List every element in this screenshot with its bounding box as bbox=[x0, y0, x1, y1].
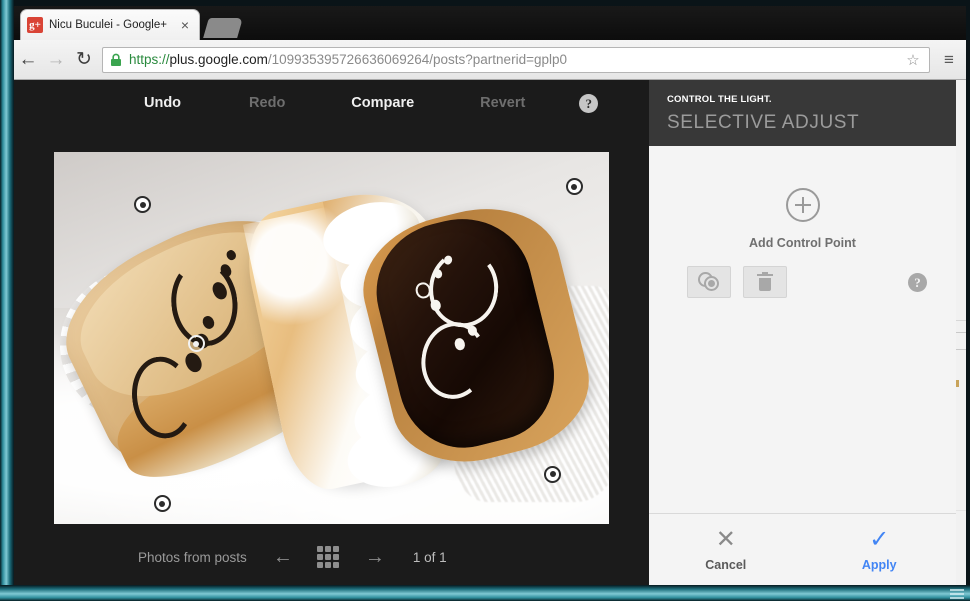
panel-footer: ✕ Cancel ✓ Apply bbox=[649, 513, 956, 585]
undo-button[interactable]: Undo bbox=[134, 95, 191, 111]
help-icon[interactable]: ? bbox=[579, 93, 599, 113]
bookmark-star-icon[interactable]: ☆ bbox=[903, 51, 923, 69]
next-photo-icon[interactable]: → bbox=[363, 546, 387, 569]
hamburger-menu-icon[interactable]: ≡ bbox=[936, 50, 962, 70]
control-point[interactable] bbox=[187, 335, 205, 353]
google-plus-favicon: g+ bbox=[27, 17, 43, 33]
window-frame: g+ Nicu Buculei - Google+ × ← → ↻ https:… bbox=[0, 0, 970, 601]
add-control-point-label: Add Control Point bbox=[749, 236, 856, 250]
selective-adjust-panel: CONTROL THE LIGHT. SELECTIVE ADJUST Add … bbox=[649, 80, 956, 585]
window-frame-right bbox=[966, 0, 970, 601]
trash-icon bbox=[757, 272, 773, 292]
panel-title: SELECTIVE ADJUST bbox=[667, 112, 860, 133]
filmstrip-label: Photos from posts bbox=[138, 549, 247, 565]
help-icon[interactable]: ? bbox=[908, 272, 927, 292]
redo-button[interactable]: Redo bbox=[239, 95, 295, 111]
forward-button[interactable]: → bbox=[42, 46, 70, 74]
panel-body: Add Control Point ? bbox=[649, 146, 956, 513]
control-point[interactable] bbox=[565, 178, 583, 196]
control-point[interactable] bbox=[153, 495, 171, 513]
url-text: https://plus.google.com/1099353957266360… bbox=[129, 52, 903, 67]
browser-window: g+ Nicu Buculei - Google+ × ← → ↻ https:… bbox=[6, 0, 970, 585]
cancel-label: Cancel bbox=[705, 557, 747, 572]
new-tab-button[interactable] bbox=[203, 18, 243, 38]
window-frame-top bbox=[0, 0, 970, 6]
tab-strip: g+ Nicu Buculei - Google+ × bbox=[6, 0, 970, 40]
back-button[interactable]: ← bbox=[14, 46, 42, 74]
duplicate-control-point-icon bbox=[698, 272, 720, 292]
white-icing-swirl bbox=[425, 246, 502, 330]
address-bar[interactable]: https://plus.google.com/1099353957266360… bbox=[102, 46, 930, 73]
secure-lock-icon bbox=[111, 53, 121, 66]
panel-header: CONTROL THE LIGHT. SELECTIVE ADJUST bbox=[649, 80, 956, 146]
compare-button[interactable]: Compare bbox=[341, 95, 424, 111]
delete-control-point-button[interactable] bbox=[743, 266, 787, 298]
revert-button[interactable]: Revert bbox=[470, 95, 535, 111]
photo-container[interactable] bbox=[54, 152, 609, 524]
checkmark-icon: ✓ bbox=[869, 525, 890, 553]
url-host: plus.google.com bbox=[169, 52, 268, 67]
control-point[interactable] bbox=[544, 465, 562, 483]
apply-label: Apply bbox=[861, 557, 897, 572]
plus-circle-icon bbox=[785, 188, 820, 222]
cancel-button[interactable]: ✕ Cancel bbox=[649, 514, 803, 585]
previous-photo-icon[interactable]: ← bbox=[271, 546, 295, 569]
url-path: /109935395726636069264/posts?partnerid=g… bbox=[267, 52, 567, 67]
browser-toolbar: ← → ↻ https://plus.google.com/1099353957… bbox=[6, 40, 970, 80]
browser-tab[interactable]: g+ Nicu Buculei - Google+ × bbox=[20, 9, 200, 40]
window-frame-bottom bbox=[0, 585, 970, 601]
close-icon: ✕ bbox=[715, 525, 736, 553]
url-scheme: https:// bbox=[129, 52, 170, 67]
editor-toolbar: Undo Redo Compare Revert ? bbox=[12, 80, 649, 126]
apply-button[interactable]: ✓ Apply bbox=[803, 514, 957, 585]
duplicate-control-point-button[interactable] bbox=[687, 266, 731, 298]
grid-view-icon[interactable] bbox=[316, 546, 339, 568]
reload-button[interactable]: ↻ bbox=[70, 46, 98, 74]
panel-kicker: CONTROL THE LIGHT. bbox=[667, 94, 772, 105]
window-frame-left bbox=[0, 0, 14, 601]
white-icing-swirl bbox=[416, 317, 493, 403]
control-point-tools: ? bbox=[687, 266, 927, 298]
photo-filmstrip-nav: Photos from posts ← → 1 of 1 bbox=[12, 529, 649, 585]
photo-counter: 1 of 1 bbox=[412, 549, 447, 565]
tab-title: Nicu Buculei - Google+ bbox=[49, 19, 167, 31]
editor-canvas: Undo Redo Compare Revert ? Photos from p… bbox=[12, 80, 649, 585]
close-icon[interactable]: × bbox=[177, 17, 193, 33]
add-control-point-button[interactable]: Add Control Point bbox=[649, 188, 956, 250]
photo-editor-overlay: Undo Redo Compare Revert ? Photos from p… bbox=[12, 80, 970, 585]
resize-grip[interactable] bbox=[950, 587, 964, 599]
